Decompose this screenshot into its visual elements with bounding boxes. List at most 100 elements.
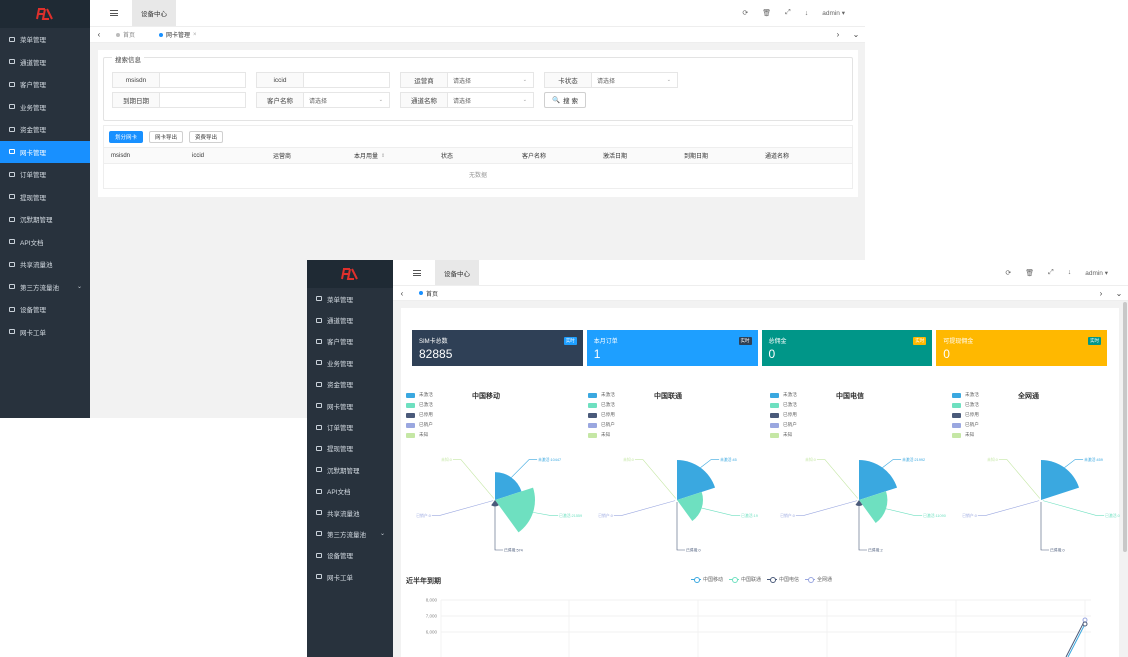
field-input[interactable] [160, 72, 246, 88]
line-legend-item[interactable]: 中国电信 [767, 576, 799, 583]
refresh-icon[interactable]: ⟳ [1005, 269, 1011, 277]
line-legend-label: 全网通 [817, 577, 833, 583]
assign-card-button[interactable]: 划分网卡 [109, 131, 144, 143]
sort-icon[interactable]: ⇕ [381, 153, 434, 159]
search-button[interactable]: 🔍 搜 索 [544, 92, 586, 108]
sidebar-item[interactable]: 订单管理 [0, 163, 90, 186]
close-icon[interactable]: × [193, 32, 197, 38]
data-point[interactable] [1082, 621, 1088, 627]
logo[interactable] [307, 260, 393, 288]
export-card-button[interactable]: 网卡导出 [148, 131, 183, 143]
sidebar-item[interactable]: 资金管理 [0, 118, 90, 141]
tag-home[interactable]: 首页 [108, 27, 143, 42]
data-label: 已销户:0 [416, 513, 431, 518]
user-menu[interactable]: admin ▾ [822, 9, 845, 17]
tags-menu-icon[interactable]: ⌄ [847, 30, 865, 39]
tags-next-icon[interactable]: › [1092, 289, 1110, 298]
data-point[interactable] [1082, 617, 1088, 623]
sidebar-item[interactable]: 业务管理 [0, 96, 90, 119]
sidebar-item[interactable]: 业务管理 [307, 352, 393, 373]
line-legend-item[interactable]: 中国移动 [691, 576, 723, 583]
sidebar-item-label: API文档 [20, 239, 44, 247]
sidebar-item[interactable]: 资金管理 [307, 374, 393, 395]
sidebar-item[interactable]: API文档 [0, 231, 90, 254]
export-fee-button[interactable]: 资费导出 [188, 131, 223, 143]
label-line [431, 500, 494, 516]
tags-prev-icon[interactable]: ‹ [393, 289, 411, 298]
sidebar-item[interactable]: 沉默期管理 [0, 208, 90, 231]
download-icon[interactable]: ↓ [805, 10, 809, 17]
scrollbar[interactable] [1123, 302, 1127, 552]
table-column-header: msisdn [111, 152, 131, 159]
trash-icon[interactable]: 🗑 [762, 9, 771, 17]
line-legend-item[interactable]: 中国联通 [729, 576, 761, 583]
fullscreen-icon[interactable]: ⤢ [1048, 269, 1054, 277]
sidebar-item[interactable]: 设备管理 [0, 298, 90, 321]
sidebar: 菜单管理 通道管理 客户管理 业务管理 资金管理 网卡管理订单管理提现管理 沉默期管理 API… [307, 260, 393, 657]
sidebar-item[interactable]: 通道管理 [0, 51, 90, 74]
field-input[interactable] [160, 92, 246, 108]
menu-icon [9, 239, 15, 245]
y-tick-label: 7,000 [426, 614, 438, 619]
sidebar-item[interactable]: 沉默期管理 [307, 459, 393, 480]
tags-next-icon[interactable]: › [829, 30, 847, 39]
download-icon[interactable]: ↓ [1068, 269, 1072, 276]
field-label: iccid [256, 72, 304, 88]
tags-prev-icon[interactable]: ‹ [90, 30, 108, 39]
sidebar-item[interactable]: 订单管理 [307, 416, 393, 437]
refresh-icon[interactable]: ⟳ [742, 9, 748, 17]
line-chart-title: 近半年到期 [406, 578, 441, 585]
sidebar-item[interactable]: 菜单管理 [307, 288, 393, 309]
field-input[interactable]: 请选择 ⌄ [448, 72, 534, 88]
sidebar-item[interactable]: 网卡工单 [307, 566, 393, 587]
field-input[interactable]: 请选择 ⌄ [592, 72, 678, 88]
tags-menu-icon[interactable]: ⌄ [1110, 289, 1128, 298]
sidebar-item[interactable]: 设备管理 [307, 545, 393, 566]
pie-slice[interactable] [1041, 460, 1080, 500]
tag-bar: ‹ 首页 网卡管理 × › ⌄ [90, 27, 865, 43]
sidebar-item[interactable]: 通道管理 [307, 309, 393, 330]
sidebar-item[interactable]: 第三方流量池 ⌄ [0, 276, 90, 299]
menu-toggle-icon[interactable] [110, 10, 118, 16]
sidebar-item[interactable]: 菜单管理 [0, 28, 90, 51]
sidebar-item-label: 业务管理 [20, 104, 46, 112]
data-label: 未知:0 [441, 457, 452, 462]
line-legend-swatch [691, 577, 701, 583]
line-chart-legend: 中国移动 中国联通 中国电信 全网通 [691, 576, 838, 583]
label-line [511, 459, 538, 478]
field-input[interactable] [304, 72, 390, 88]
sidebar-item[interactable]: 共享流量池 [0, 253, 90, 276]
fullscreen-icon[interactable]: ⤢ [785, 9, 791, 17]
sidebar-item[interactable]: API文档 [307, 481, 393, 502]
sidebar-item[interactable]: 网卡管理 [307, 395, 393, 416]
sidebar-item[interactable]: 共享流量池 [307, 502, 393, 523]
sidebar-item[interactable]: 网卡管理 [0, 140, 90, 163]
form-field: 通道名称 请选择 ⌄ [400, 92, 534, 108]
sidebar-item[interactable]: 客户管理 [307, 331, 393, 352]
stat-title: SIM卡总数 [419, 339, 448, 345]
tab-device-center[interactable]: 设备中心 [435, 260, 479, 285]
menu-icon [9, 126, 15, 132]
sidebar-item-label: 订单管理 [327, 425, 353, 433]
table-column-header[interactable]: 本月用量 [347, 151, 378, 160]
sidebar-item[interactable]: 提现管理 [0, 186, 90, 209]
menu-toggle-icon[interactable] [413, 269, 421, 276]
line-legend-item[interactable]: 全网通 [805, 576, 832, 583]
pie-chart-2: 中国联通 未激活 已激活 已停用 已销户 未知 未激活:45 已激活:19 已停用:0 已销户:0… [588, 388, 766, 558]
menu-icon [9, 171, 15, 177]
tab-device-center[interactable]: 设备中心 [132, 0, 176, 26]
user-menu[interactable]: admin ▾ [1085, 269, 1108, 277]
sidebar-item[interactable]: 提现管理 [307, 438, 393, 459]
tag-home[interactable]: 首页 [411, 286, 446, 300]
stat-value: 1 [593, 347, 601, 361]
trash-icon[interactable]: 🗑 [1025, 269, 1034, 277]
sidebar-item[interactable]: 第三方流量池 ⌄ [307, 523, 393, 544]
field-input[interactable]: 请选择 ⌄ [304, 92, 390, 108]
field-input[interactable]: 请选择 ⌄ [448, 92, 534, 108]
data-label: 已停用:0 [686, 547, 701, 552]
logo[interactable] [0, 0, 90, 28]
dot-icon [116, 32, 120, 37]
sidebar-item[interactable]: 网卡工单 [0, 321, 90, 344]
tag-network-card[interactable]: 网卡管理 × [151, 27, 205, 42]
sidebar-item[interactable]: 客户管理 [0, 73, 90, 96]
